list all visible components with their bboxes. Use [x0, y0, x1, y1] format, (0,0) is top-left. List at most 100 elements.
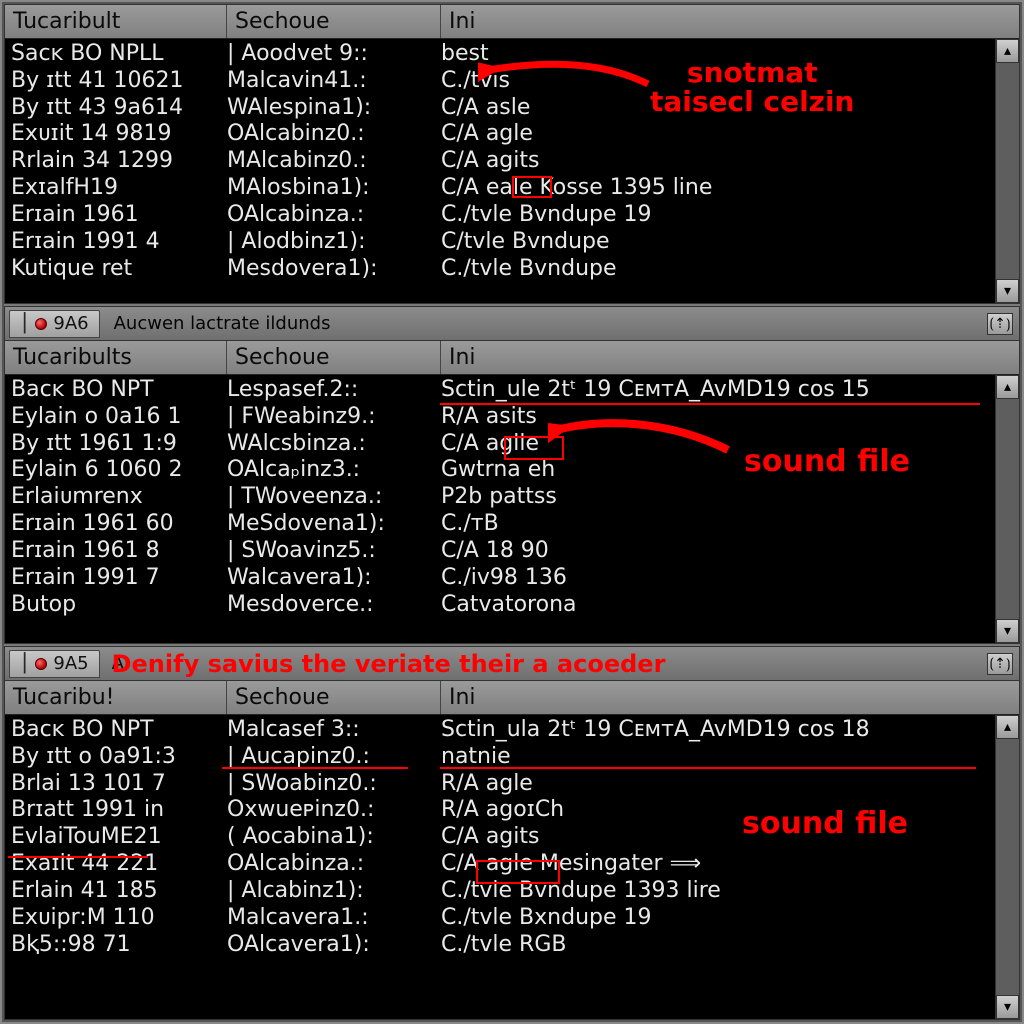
- scroll-down-icon[interactable]: ▾: [996, 279, 1019, 303]
- col-header-2[interactable]: Sechoue: [227, 5, 441, 38]
- table-row[interactable]: By ɪtt 1961 1:9WAlcsbinza.:C/A aglle: [11, 431, 991, 458]
- table-row[interactable]: Bⱪ5::98 71OAlcavera1):C./tvle RGB: [11, 932, 991, 959]
- table-row[interactable]: Eylain o 0a16 1| FWeabinz9.:R/A asits: [11, 404, 991, 431]
- table-row[interactable]: Bacᴋ BO NPTMalcasef 3::Sctin_ula 2tᵗ 19 …: [11, 717, 991, 744]
- panel-2-list-wrap: Bacᴋ BO NPTLespasef.2::Sctin_ule 2tᵗ 19 …: [5, 375, 1019, 643]
- table-row[interactable]: Erɪain 1991 7Walcavera1):C./iv98 136: [11, 565, 991, 592]
- col-header-1[interactable]: Tucaribult: [5, 5, 227, 38]
- cell-c2: Malcasef 3::: [227, 717, 441, 744]
- panel-3-tab[interactable]: ⎮ 9A5: [9, 650, 100, 678]
- panel-1: Tucaribult Sechoue Ini Sacᴋ BO NPLL| Aoo…: [4, 4, 1020, 304]
- cell-c1: Bacᴋ BO NPT: [11, 717, 227, 744]
- table-row[interactable]: Erɪain 1961 60MeSdovena1):C./ᴛB: [11, 511, 991, 538]
- scroll-up-icon[interactable]: ▴: [996, 715, 1019, 739]
- cell-c3: best: [441, 41, 991, 68]
- table-row[interactable]: ExɪalfH19MAlosbina1):C/A eale Kosse 1395…: [11, 175, 991, 202]
- cell-c3: C/A agits: [441, 824, 991, 851]
- cell-c3: Sctin_ule 2tᵗ 19 CᴇᴍᴛA_AvMD19 cos 15: [441, 377, 991, 404]
- col-header-2[interactable]: Sechoue: [227, 681, 441, 714]
- collapse-icon[interactable]: ⟮⇡⟯: [987, 653, 1013, 675]
- panel-3: ⎮ 9A5 A Denify savius the veriate their …: [4, 646, 1020, 1020]
- cell-c3: C./tvle Bvndupe 19: [441, 202, 991, 229]
- table-row[interactable]: Kutique retMesdovera1):C./tvle Bvndupe: [11, 256, 991, 283]
- table-row[interactable]: Erɪain 1961 8| SWoavinz5.:C/A 18 90: [11, 538, 991, 565]
- cell-c1: Bⱪ5::98 71: [11, 932, 227, 959]
- cell-c1: EvlaiTouME21: [11, 824, 227, 851]
- col-header-3[interactable]: Ini: [441, 5, 1019, 38]
- panel-3-overlay-annotation: Denify savius the veriate their a acoede…: [112, 650, 666, 678]
- scroll-track[interactable]: [996, 739, 1019, 995]
- table-row[interactable]: Erɪain 1961OAlcabinza.:C./tvle Bvndupe 1…: [11, 202, 991, 229]
- col-header-1[interactable]: Tucaribu!: [5, 681, 227, 714]
- table-row[interactable]: Brlai 13 101 7| SWoabinz0.:R/A agle: [11, 771, 991, 798]
- table-row[interactable]: Exᴜipr:M 110Malcavera1.:C./tvle Bxndupe …: [11, 905, 991, 932]
- cell-c3: C/A agle: [441, 121, 991, 148]
- cell-c1: By ɪtt 41 10621: [11, 68, 227, 95]
- cell-c1: Exaɪit 44 221: [11, 851, 227, 878]
- panel-2: ⎮ 9A6 Aucwen lactrate ildunds ⟮⇡⟯ Tucari…: [4, 306, 1020, 644]
- col-header-3[interactable]: Ini: [441, 341, 1019, 374]
- cell-c1: Erɪain 1961: [11, 202, 227, 229]
- cell-c1: Erɪain 1961 60: [11, 511, 227, 538]
- cell-c3: Sctin_ula 2tᵗ 19 CᴇᴍᴛA_AvMD19 cos 18: [441, 717, 991, 744]
- scroll-up-icon[interactable]: ▴: [996, 375, 1019, 399]
- scroll-down-icon[interactable]: ▾: [996, 619, 1019, 643]
- cell-c1: Erlaiᴜmrenx: [11, 484, 227, 511]
- panel-1-scrollbar[interactable]: ▴ ▾: [995, 39, 1019, 303]
- table-row[interactable]: ButopMesdoverce.:Catvatorona: [11, 592, 991, 619]
- cell-c3: C/A eale Kosse 1395 line: [441, 175, 991, 202]
- scroll-down-icon[interactable]: ▾: [996, 995, 1019, 1019]
- col-header-3[interactable]: Ini: [441, 681, 1019, 714]
- cell-c3: natnie: [441, 744, 991, 771]
- panel-2-tab[interactable]: ⎮ 9A6: [9, 310, 100, 338]
- cell-c1: Rrlain 34 1299: [11, 148, 227, 175]
- table-row[interactable]: EvlaiTouME21( Aocabina1):C/A agits: [11, 824, 991, 851]
- cell-c1: By ɪtt 43 9a614: [11, 95, 227, 122]
- cell-c1: Butop: [11, 592, 227, 619]
- cell-c3: Gwtrna eh: [441, 457, 991, 484]
- table-row[interactable]: Bacᴋ BO NPTLespasef.2::Sctin_ule 2tᵗ 19 …: [11, 377, 991, 404]
- table-row[interactable]: Brɪatt 1991 inOxwueᴘinz0.:R/A agoɪCh: [11, 797, 991, 824]
- table-row[interactable]: By ɪtt 43 9a614WAlespina1):C/A asle: [11, 95, 991, 122]
- table-row[interactable]: By ɪtt 41 10621Malcavin41.:C./tvis: [11, 68, 991, 95]
- collapse-icon[interactable]: ⟮⇡⟯: [987, 313, 1013, 335]
- panel-2-list[interactable]: Bacᴋ BO NPTLespasef.2::Sctin_ule 2tᵗ 19 …: [5, 375, 995, 643]
- col-header-1[interactable]: Tucaribults: [5, 341, 227, 374]
- cell-c2: OAlcaₚinz3.:: [227, 457, 441, 484]
- panel-2-title: Aucwen lactrate ildunds: [106, 313, 981, 334]
- panel-1-list[interactable]: Sacᴋ BO NPLL| Aoodvet 9::bestBy ɪtt 41 1…: [5, 39, 995, 303]
- panel-2-scrollbar[interactable]: ▴ ▾: [995, 375, 1019, 643]
- cell-c2: OAlcabinza.:: [227, 851, 441, 878]
- cell-c1: Bacᴋ BO NPT: [11, 377, 227, 404]
- cell-c1: Brɪatt 1991 in: [11, 797, 227, 824]
- panel-3-list[interactable]: Bacᴋ BO NPTMalcasef 3::Sctin_ula 2tᵗ 19 …: [5, 715, 995, 1019]
- scroll-up-icon[interactable]: ▴: [996, 39, 1019, 63]
- table-row[interactable]: By ɪtt o 0a91:3| Aucapinz0.:natnie: [11, 744, 991, 771]
- cell-c3: C/A 18 90: [441, 538, 991, 565]
- table-row[interactable]: Erlain 41 185| Alcabinz1):C./tvle Bvndup…: [11, 878, 991, 905]
- panel-3-scrollbar[interactable]: ▴ ▾: [995, 715, 1019, 1019]
- cell-c1: By ɪtt 1961 1:9: [11, 431, 227, 458]
- table-row[interactable]: Exᴜɪit 14 9819OAlcabinz0.:C/A agle: [11, 121, 991, 148]
- col-header-2[interactable]: Sechoue: [227, 341, 441, 374]
- pipe-icon: ⎮: [20, 313, 29, 334]
- cell-c1: Exᴜipr:M 110: [11, 905, 227, 932]
- app-frame: Tucaribult Sechoue Ini Sacᴋ BO NPLL| Aoo…: [2, 2, 1022, 1022]
- scroll-track[interactable]: [996, 63, 1019, 279]
- cell-c3: P2b pattss: [441, 484, 991, 511]
- cell-c2: Lespasef.2::: [227, 377, 441, 404]
- table-row[interactable]: Exaɪit 44 221OAlcabinza.:C/A agle Mesing…: [11, 851, 991, 878]
- cell-c2: WAlespina1):: [227, 95, 441, 122]
- scroll-track[interactable]: [996, 399, 1019, 619]
- table-row[interactable]: Erlaiᴜmrenx| TWoveenza.:P2b pattss: [11, 484, 991, 511]
- cell-c1: By ɪtt o 0a91:3: [11, 744, 227, 771]
- table-row[interactable]: Erɪain 1991 4| Alodbinz1):C/tvle Bvndupe: [11, 229, 991, 256]
- cell-c2: MeSdovena1):: [227, 511, 441, 538]
- cell-c2: ( Aocabina1):: [227, 824, 441, 851]
- cell-c1: Exᴜɪit 14 9819: [11, 121, 227, 148]
- table-row[interactable]: Sacᴋ BO NPLL| Aoodvet 9::best: [11, 41, 991, 68]
- cell-c2: MAlosbina1):: [227, 175, 441, 202]
- table-row[interactable]: Eylain 6 1060 2OAlcaₚinz3.:Gwtrna eh: [11, 457, 991, 484]
- cell-c2: | Alcabinz1):: [227, 878, 441, 905]
- table-row[interactable]: Rrlain 34 1299MAlcabinz0.:C/A agits: [11, 148, 991, 175]
